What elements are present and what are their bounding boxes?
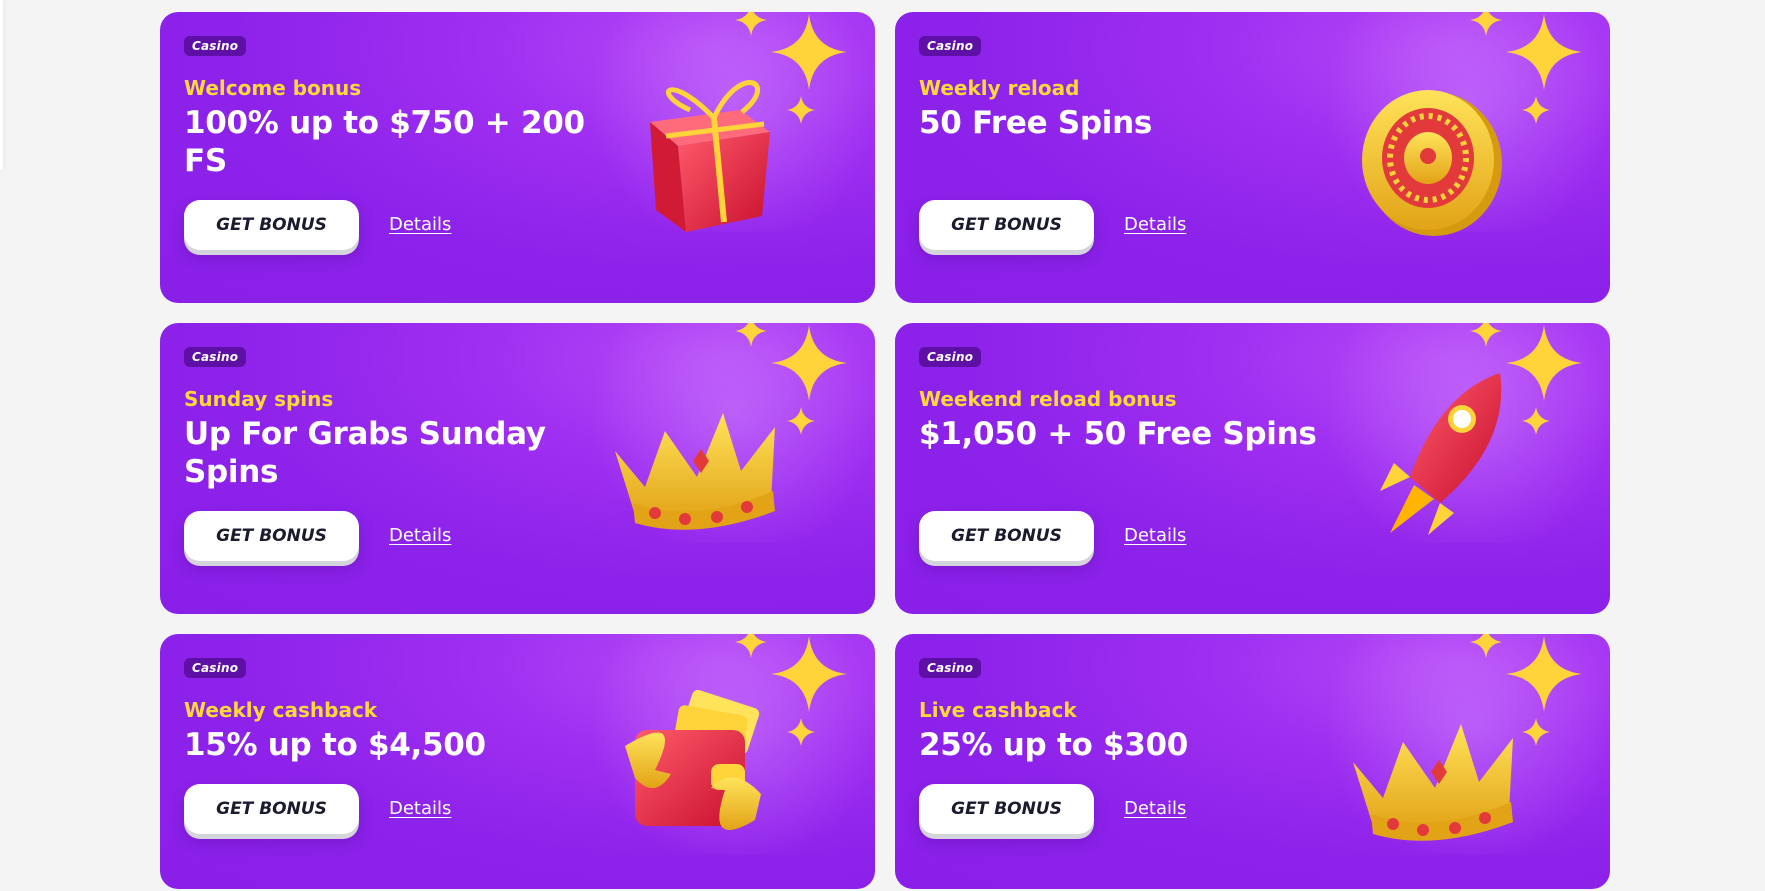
bonus-title: $1,050 + 50 Free Spins — [919, 416, 1317, 452]
bonus-title: 25% up to $300 — [919, 727, 1189, 763]
bonus-card: Casino Sunday spins Up For Grabs Sunday … — [160, 323, 875, 614]
bonus-card: Casino Weekend reload bonus $1,050 + 50 … — [895, 323, 1610, 614]
category-tag: Casino — [184, 36, 247, 56]
details-link[interactable]: Details — [1124, 214, 1186, 235]
get-bonus-button[interactable]: GET BONUS — [919, 784, 1094, 834]
gift-box-icon — [650, 80, 770, 232]
roulette-coin-icon — [1362, 90, 1502, 236]
details-link[interactable]: Details — [1124, 525, 1186, 546]
bonus-subtitle: Sunday spins — [184, 387, 334, 411]
category-tag: Casino — [919, 36, 982, 56]
wallet-cashback-icon — [625, 690, 761, 830]
bonus-subtitle: Weekly reload — [919, 76, 1080, 100]
rocket-icon — [1380, 373, 1502, 535]
category-tag: Casino — [184, 658, 247, 678]
details-link[interactable]: Details — [1124, 798, 1186, 819]
details-link[interactable]: Details — [389, 525, 451, 546]
bonus-card: Casino Weekly cashback 15% up to $4,500 … — [160, 634, 875, 889]
bonus-subtitle: Welcome bonus — [184, 76, 362, 100]
bonus-card: Casino Welcome bonus 100% up to $750 + 2… — [160, 12, 875, 303]
crown-icon — [615, 413, 775, 530]
get-bonus-button[interactable]: GET BONUS — [184, 511, 359, 561]
bonus-subtitle: Weekend reload bonus — [919, 387, 1177, 411]
category-tag: Casino — [919, 347, 982, 367]
side-panel-edge — [0, 0, 3, 170]
bonus-card: Casino Live cashback 25% up to $300 GET … — [895, 634, 1610, 889]
bonus-title: 15% up to $4,500 — [184, 727, 486, 763]
get-bonus-button[interactable]: GET BONUS — [184, 784, 359, 834]
details-link[interactable]: Details — [389, 798, 451, 819]
crown-icon — [1353, 724, 1513, 841]
bonus-card: Casino Weekly reload 50 Free Spins GET B… — [895, 12, 1610, 303]
category-tag: Casino — [919, 658, 982, 678]
bonus-grid: Casino Welcome bonus 100% up to $750 + 2… — [160, 12, 1610, 889]
bonus-title: Up For Grabs Sunday Spins — [184, 416, 546, 490]
category-tag: Casino — [184, 347, 247, 367]
get-bonus-button[interactable]: GET BONUS — [184, 200, 359, 250]
bonus-subtitle: Weekly cashback — [184, 698, 378, 722]
bonus-subtitle: Live cashback — [919, 698, 1077, 722]
get-bonus-button[interactable]: GET BONUS — [919, 200, 1094, 250]
details-link[interactable]: Details — [389, 214, 451, 235]
bonus-title: 50 Free Spins — [919, 105, 1153, 141]
get-bonus-button[interactable]: GET BONUS — [919, 511, 1094, 561]
bonus-title: 100% up to $750 + 200 FS — [184, 105, 585, 179]
